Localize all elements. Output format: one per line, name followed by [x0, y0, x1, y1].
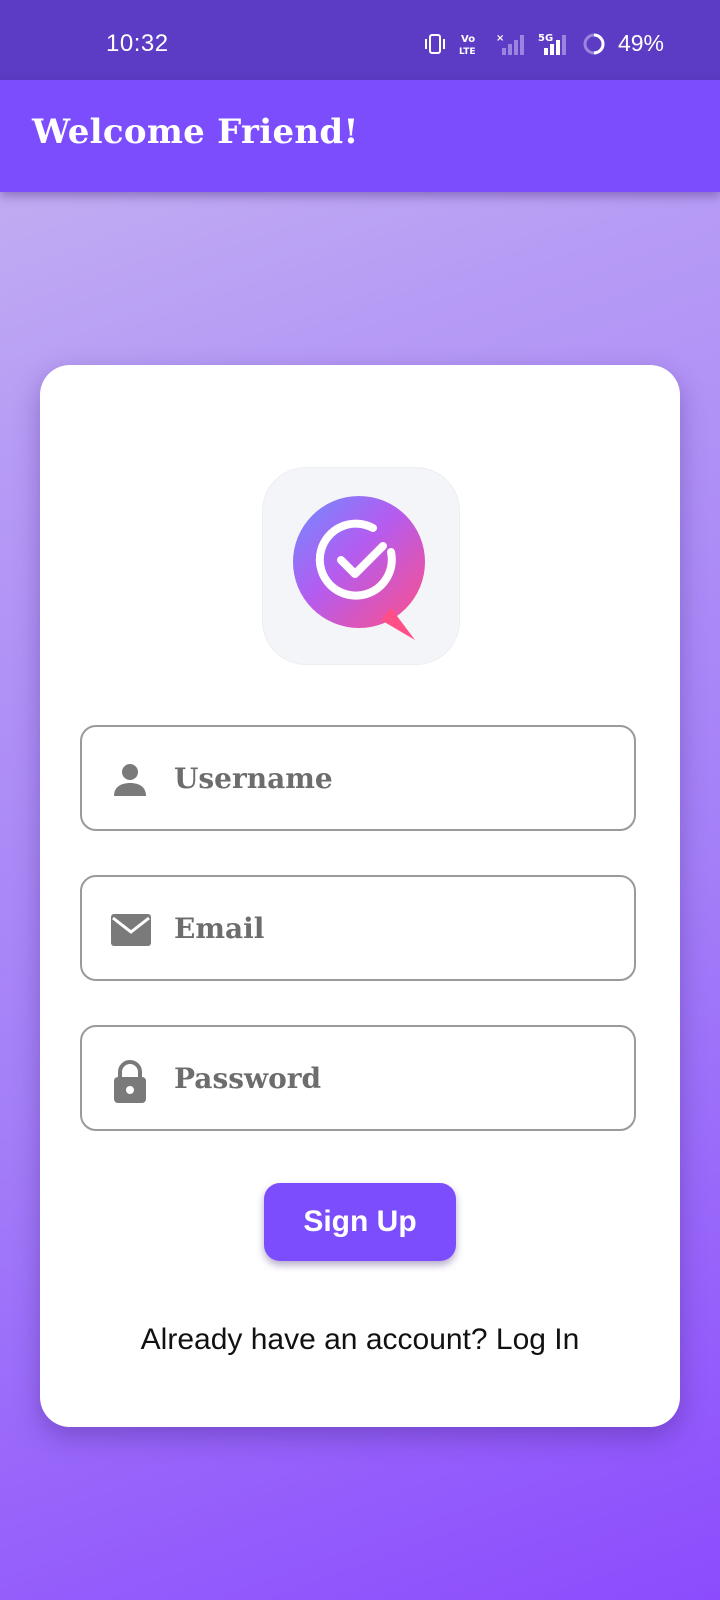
- email-field[interactable]: [80, 875, 636, 981]
- app-bar: Welcome Friend!: [0, 80, 720, 192]
- svg-text:5G: 5G: [538, 33, 553, 44]
- mail-icon: [110, 910, 151, 950]
- person-icon: [110, 760, 150, 800]
- lock-icon: [110, 1060, 150, 1103]
- signup-card: Sign Up Already have an account? Log In: [40, 365, 680, 1427]
- login-link[interactable]: Already have an account? Log In: [40, 1323, 680, 1357]
- svg-text:LTE: LTE: [459, 47, 476, 57]
- signal-no-service-icon: ×: [496, 32, 526, 56]
- signup-button[interactable]: Sign Up: [264, 1183, 456, 1261]
- signal-5g-icon: 5G: [538, 32, 570, 56]
- chat-check-logo-icon: [262, 467, 460, 665]
- status-bar: 10:32 Vo LTE × 5G 49%: [0, 0, 720, 80]
- password-field[interactable]: [80, 1025, 636, 1131]
- username-field[interactable]: [80, 725, 636, 831]
- status-time: 10:32: [106, 30, 169, 57]
- password-input[interactable]: [174, 1027, 614, 1129]
- email-input[interactable]: [174, 877, 614, 979]
- volte-icon: Vo LTE: [458, 31, 484, 57]
- status-icons: Vo LTE × 5G 49%: [424, 30, 664, 57]
- username-input[interactable]: [174, 727, 614, 829]
- svg-text:Vo: Vo: [461, 34, 475, 45]
- svg-text:×: ×: [496, 33, 504, 44]
- battery-percent: 49%: [617, 30, 664, 56]
- battery-ring-icon: [582, 32, 606, 56]
- vibrate-icon: [424, 32, 446, 56]
- page-title: Welcome Friend!: [32, 112, 359, 152]
